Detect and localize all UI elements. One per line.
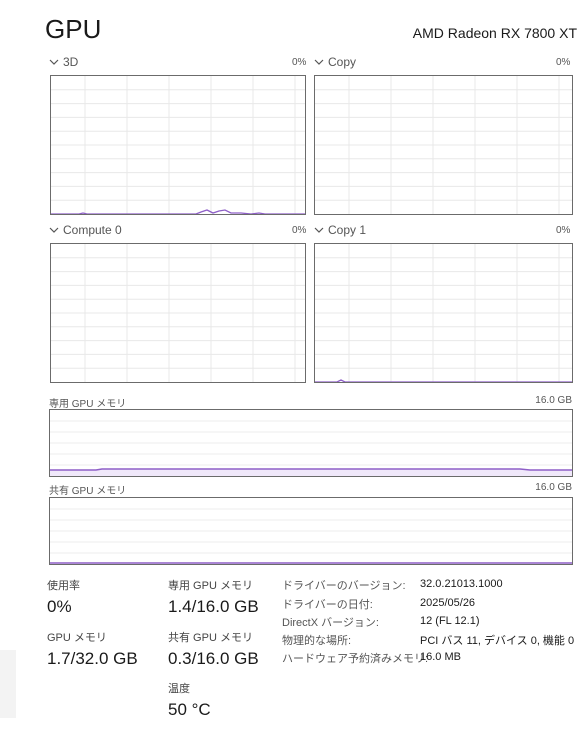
engine-percent: 0% bbox=[556, 225, 571, 236]
directx-version-value: 12 (FL 12.1) bbox=[420, 615, 480, 627]
engine-graph-copy1 bbox=[314, 243, 573, 383]
engine-selector-copy[interactable]: Copy bbox=[314, 55, 356, 69]
engine-percent: 0% bbox=[556, 57, 571, 68]
dedicated-memory-max: 16.0 GB bbox=[535, 395, 572, 406]
shared-memory-stat-label: 共有 GPU メモリ bbox=[168, 632, 253, 644]
engine-selector-3d[interactable]: 3D bbox=[49, 55, 78, 69]
dedicated-memory-stat-value: 1.4/16.0 GB bbox=[168, 597, 259, 616]
temperature-label: 温度 bbox=[168, 683, 190, 695]
directx-version-label: DirectX バージョン: bbox=[282, 617, 379, 629]
shared-memory-max: 16.0 GB bbox=[535, 482, 572, 493]
chevron-down-icon bbox=[314, 59, 324, 65]
driver-date-label: ドライバーの日付: bbox=[282, 599, 373, 611]
chevron-down-icon bbox=[49, 227, 59, 233]
engine-graph-copy bbox=[314, 75, 573, 215]
shared-memory-graph bbox=[49, 497, 573, 565]
driver-version-label: ドライバーのバージョン: bbox=[282, 580, 406, 592]
engine-selector-compute0[interactable]: Compute 0 bbox=[49, 223, 122, 237]
engine-label: Copy bbox=[328, 55, 357, 69]
driver-version-value: 32.0.21013.1000 bbox=[420, 578, 503, 590]
temperature-value: 50 °C bbox=[168, 700, 211, 719]
page-title: GPU bbox=[45, 14, 102, 44]
gpu-model-name: AMD Radeon RX 7800 XT bbox=[412, 25, 577, 41]
chevron-down-icon bbox=[49, 59, 59, 65]
engine-label: Compute 0 bbox=[63, 223, 122, 237]
engine-label: 3D bbox=[63, 55, 79, 69]
utilization-label: 使用率 bbox=[47, 580, 80, 592]
physical-location-label: 物理的な場所: bbox=[282, 635, 352, 647]
gpu-memory-value: 1.7/32.0 GB bbox=[47, 649, 138, 668]
driver-date-value: 2025/05/26 bbox=[420, 597, 476, 609]
utilization-value: 0% bbox=[47, 597, 72, 616]
dedicated-memory-label: 専用 GPU メモリ bbox=[49, 399, 127, 410]
reserved-memory-value: 16.0 MB bbox=[420, 651, 461, 663]
sidebar-edge bbox=[0, 650, 16, 718]
engine-percent: 0% bbox=[292, 57, 307, 68]
shared-memory-stat-value: 0.3/16.0 GB bbox=[168, 649, 259, 668]
chevron-down-icon bbox=[314, 227, 324, 233]
engine-graph-compute0 bbox=[50, 243, 306, 383]
engine-graph-3d bbox=[50, 75, 306, 215]
gpu-memory-label: GPU メモリ bbox=[47, 632, 107, 644]
engine-selector-copy1[interactable]: Copy 1 bbox=[314, 223, 366, 237]
engine-label: Copy 1 bbox=[328, 223, 367, 237]
engine-percent: 0% bbox=[292, 225, 307, 236]
physical-location-value: PCI バス 11, デバイス 0, 機能 0 bbox=[420, 635, 575, 647]
reserved-memory-label: ハードウェア予約済みメモリ: bbox=[282, 653, 429, 665]
dedicated-memory-graph bbox=[49, 409, 573, 477]
dedicated-memory-stat-label: 専用 GPU メモリ bbox=[168, 580, 253, 592]
shared-memory-label: 共有 GPU メモリ bbox=[49, 486, 127, 497]
